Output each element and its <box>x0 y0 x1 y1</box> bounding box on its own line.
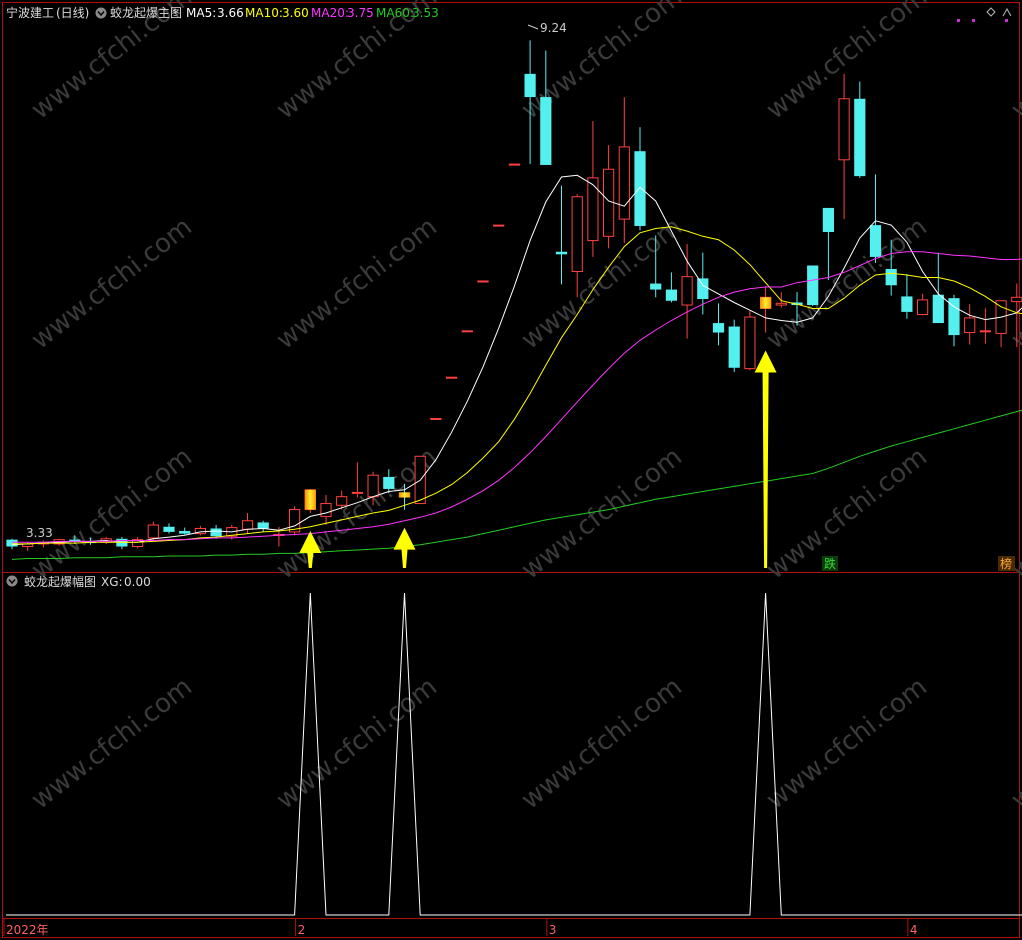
candle-body <box>603 168 615 237</box>
main-indicator-name[interactable]: 蛟龙起爆主图 <box>110 5 182 20</box>
candle-body <box>6 539 18 547</box>
candle-body <box>838 98 850 161</box>
candle <box>430 417 442 420</box>
candle-body <box>241 520 254 530</box>
candle-body <box>728 326 740 368</box>
signal-bar <box>760 297 772 309</box>
candle-body <box>979 330 991 333</box>
ma10-value: 3.60 <box>282 6 309 20</box>
candle-body <box>775 302 787 306</box>
candle-body <box>383 476 395 489</box>
candle-body <box>493 224 505 227</box>
period-label: (日线) <box>56 6 89 20</box>
candle-body <box>179 531 191 534</box>
dot-marker-2 <box>972 19 975 22</box>
candle-body <box>351 491 363 494</box>
signal-bar <box>398 492 411 498</box>
sub-indicator-menu-icon[interactable] <box>6 575 18 587</box>
candle-body <box>885 268 897 286</box>
candle-body <box>650 283 662 290</box>
sub-indicator-name[interactable]: 蛟龙起爆幅图 <box>24 574 96 589</box>
candle-body <box>430 417 442 420</box>
indicator-menu-icon[interactable] <box>95 7 107 19</box>
candle-body <box>508 163 520 166</box>
ma10-label: MA10: <box>245 6 283 20</box>
candle-body <box>446 376 458 379</box>
candle-body <box>964 317 976 334</box>
candle-body <box>257 522 269 529</box>
candle-body <box>367 474 379 498</box>
candle-body <box>917 299 929 315</box>
candle-body <box>477 280 489 283</box>
candle <box>493 224 505 227</box>
candle-body <box>461 330 473 333</box>
candle-body <box>822 207 834 232</box>
candle-body <box>524 73 536 98</box>
dot-marker-1 <box>957 19 960 22</box>
xg-value: 0.00 <box>124 575 151 589</box>
candle-body <box>932 294 944 324</box>
candle-body <box>320 503 332 517</box>
candle <box>446 376 458 379</box>
date-tick-label: 2022年 <box>6 923 49 937</box>
candle-body <box>540 97 552 165</box>
ma20-label: MA20: <box>311 6 349 20</box>
candle <box>508 163 520 166</box>
candle-body <box>618 146 630 220</box>
candle-body <box>336 496 348 506</box>
die-badge-label: 跌 <box>824 556 836 571</box>
sub-legend: 蛟龙起爆幅图 XG: 0.00 <box>6 574 151 589</box>
low-price-label: 3.33 <box>26 526 53 540</box>
date-tick-label: 3 <box>549 923 557 937</box>
candle <box>461 330 473 333</box>
candle-body <box>901 296 913 312</box>
candle-body <box>634 151 646 226</box>
high-price-label: 9.24 <box>540 21 567 35</box>
candle-body <box>587 177 599 242</box>
candle-body <box>744 316 756 370</box>
candle-body <box>712 323 725 333</box>
candle <box>728 319 740 373</box>
dot-marker-3 <box>1005 19 1008 22</box>
xg-label: XG: <box>101 575 123 589</box>
candle-body <box>555 251 568 255</box>
candle-body <box>681 276 693 306</box>
candle <box>289 506 301 536</box>
ma60-value: 3.53 <box>412 6 439 20</box>
candle-body <box>665 289 677 301</box>
candle <box>807 265 819 306</box>
candle-body <box>210 528 222 537</box>
signal-bar <box>304 489 316 510</box>
ma20-value: 3.75 <box>347 6 374 20</box>
candle <box>744 311 756 371</box>
candle-body <box>869 225 882 257</box>
ma60-label: MA60: <box>376 6 414 20</box>
candle-body <box>571 196 583 273</box>
candle-body <box>163 526 175 532</box>
date-tick-label: 4 <box>910 923 918 937</box>
date-tick-label: 2 <box>298 923 306 937</box>
candle-body <box>807 265 819 306</box>
candle-body <box>1011 296 1022 303</box>
stock-name: 宁波建工 <box>6 5 54 20</box>
candle-body <box>697 278 709 300</box>
candle <box>477 280 489 283</box>
ma5-label: MA5: <box>186 6 216 20</box>
candle-body <box>147 524 159 539</box>
bang-badge-label: 榜 <box>1000 556 1012 571</box>
ma5-value: 3.66 <box>217 6 244 20</box>
candle-body <box>854 98 866 177</box>
stock-chart-window: www.cfchi.com www.cfchi.com www.cfchi.com w… <box>0 0 1022 940</box>
